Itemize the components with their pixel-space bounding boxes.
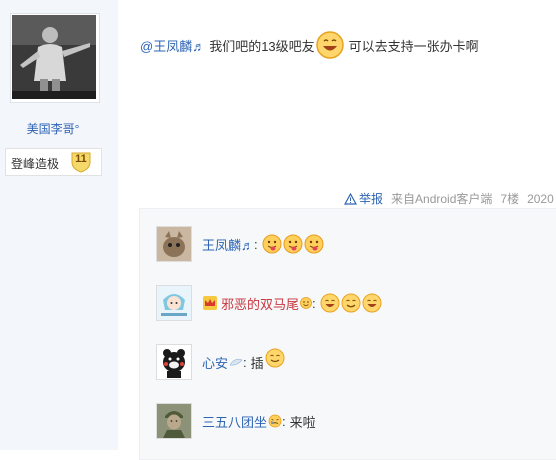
level-badge-box[interactable]: 登峰造极 11 <box>5 148 102 176</box>
level-number: 11 <box>75 153 87 165</box>
reply-separator: : <box>254 236 258 252</box>
author-photo <box>12 15 96 99</box>
reply-username[interactable]: 三五八团坐 <box>202 412 267 431</box>
tongue-face-icon <box>283 234 303 254</box>
grinning-face-icon <box>320 293 340 313</box>
post-text-after: 可以去支持一张办卡啊 <box>348 38 479 54</box>
tongue-face-icon <box>262 234 282 254</box>
author-username[interactable]: 美国李哥° <box>0 120 106 137</box>
reply-separator: : <box>243 354 247 370</box>
post-content: @王凤麟♬ 我们吧的13级吧友 可以去支持一张办卡啊 <box>140 30 479 60</box>
crying-face-icon <box>268 414 282 428</box>
name-face-icon <box>300 297 312 309</box>
post-tail: 举报 来自Android客户端 7楼 2020 <box>344 190 554 207</box>
floor-number: 7楼 <box>500 192 520 206</box>
grinning-face-icon <box>362 293 382 313</box>
name-decoration-icon <box>229 358 243 366</box>
reply-username[interactable]: 王凤麟♬ <box>202 235 254 254</box>
level-name: 登峰造极 <box>11 157 60 171</box>
post-date: 2020 <box>527 191 554 206</box>
client-source[interactable]: 来自Android客户端 <box>391 190 492 207</box>
report-link[interactable]: 举报 <box>344 190 383 207</box>
reply-username[interactable]: 邪恶的双马尾 <box>221 294 299 313</box>
post-text-before: 我们吧的13级吧友 <box>209 38 315 54</box>
tongue-face-icon <box>304 234 324 254</box>
reply-username[interactable]: 心安 <box>202 353 228 372</box>
reply-avatar[interactable] <box>156 344 192 380</box>
mention-link[interactable]: @王凤麟♬ <box>140 36 205 55</box>
reply-item: 心安 : 插 <box>156 344 285 380</box>
reply-avatar[interactable] <box>156 285 192 321</box>
crown-icon <box>203 296 217 310</box>
author-sidebar: 美国李哥° 登峰造极 11 <box>0 0 118 450</box>
reply-separator: : <box>282 413 286 429</box>
reply-avatar[interactable] <box>156 403 192 439</box>
report-label: 举报 <box>359 192 384 206</box>
reply-list: 王凤麟♬ : 邪恶的双马尾: 心安: 插 三五八团坐: 来啦 <box>139 208 556 460</box>
grinning-face-icon <box>315 31 344 59</box>
reply-item: 邪恶的双马尾 : <box>156 285 382 321</box>
reply-item: 三五八团坐 : 来啦 <box>156 403 316 439</box>
reply-separator: : <box>312 295 316 311</box>
smirk-face-icon <box>265 348 285 368</box>
author-avatar[interactable] <box>10 13 100 103</box>
reply-avatar[interactable] <box>156 226 192 262</box>
smile-face-icon <box>341 293 361 313</box>
reply-text: 插 <box>250 355 264 371</box>
reply-item: 王凤麟♬ : <box>156 226 324 262</box>
reply-text: 来啦 <box>289 414 316 430</box>
warning-icon <box>344 192 357 205</box>
